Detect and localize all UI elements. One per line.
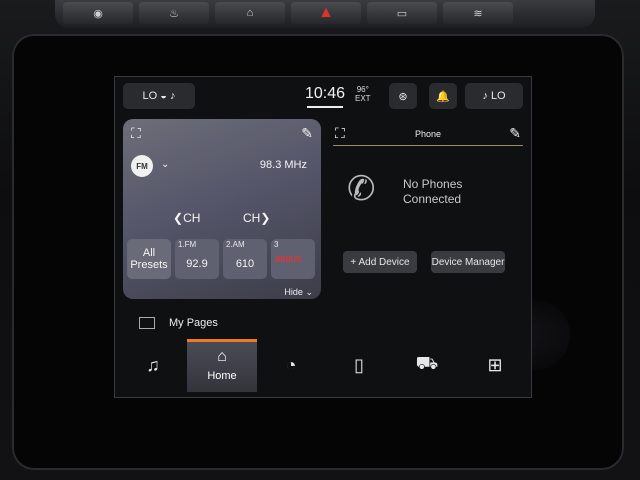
phone-divider xyxy=(333,145,523,146)
edit-icon[interactable]: ✎ xyxy=(301,125,313,142)
frequency: 98.3 MHz xyxy=(259,159,307,171)
preset-value: 92.9 xyxy=(186,258,208,270)
nav-phone[interactable]: ▯ xyxy=(339,345,379,385)
preset-number: 2.AM xyxy=(226,240,245,249)
profile-icon: ⊛ xyxy=(398,90,408,103)
temp-value: 96° xyxy=(356,85,369,94)
my-pages[interactable]: My Pages xyxy=(139,317,218,329)
hazard-button[interactable]: ▲ xyxy=(291,2,361,24)
chevron-down-icon: ⌄ xyxy=(305,287,313,297)
vehicle-icon: ⛟ xyxy=(415,353,439,373)
apps-icon: ⊞ xyxy=(487,354,503,375)
phys-button-5[interactable]: ▭ xyxy=(367,2,437,24)
bottom-nav: ♫ ⌂ Home ◔ ▯ ⛟ ⊞ xyxy=(115,335,531,397)
phys-button-3[interactable]: ⌂ xyxy=(215,2,285,24)
preset-3[interactable]: 3 SIRIUS xyxy=(271,239,315,279)
prev-channel-button[interactable]: ❮CH xyxy=(173,211,200,225)
bell-icon: 🔔 xyxy=(436,90,450,103)
phys-button-6[interactable]: ≋ xyxy=(443,2,513,24)
heated-seat-icon: ◒ ♪ xyxy=(157,90,176,102)
nav-vehicle[interactable]: ⛟ xyxy=(407,345,447,385)
next-channel-button[interactable]: CH❯ xyxy=(243,211,270,225)
preset-number: 3 xyxy=(274,240,279,249)
temp-label: EXT xyxy=(355,94,371,103)
band-badge[interactable]: FM xyxy=(131,155,153,177)
phone-icon: ▯ xyxy=(354,354,364,375)
outside-temp: 96° EXT xyxy=(355,85,371,103)
clock-underline xyxy=(307,106,343,108)
chevron-left-icon: ❮ xyxy=(173,211,184,225)
rear-defrost-icon: ▭ xyxy=(396,7,408,20)
add-device-button[interactable]: + Add Device xyxy=(343,251,417,273)
phone-disconnected-icon: ✆ xyxy=(347,170,376,208)
dashboard: ◉ ♨ ⌂ ▲ ▭ ≋ LO ◒ ♪ 10:46 96° EXT ⊛ 🔔 ♪ L… xyxy=(0,0,640,480)
radio-widget[interactable]: ⛶ ✎ FM ⌄ 98.3 MHz ❮CH CH❯ All Presets 1.… xyxy=(123,119,321,299)
phys-button-1[interactable]: ◉ xyxy=(63,2,133,24)
add-device-label: + Add Device xyxy=(350,256,410,268)
chevron-down-icon[interactable]: ⌄ xyxy=(161,159,169,170)
driver-climate-label: LO xyxy=(142,90,158,102)
device-manager-button[interactable]: Device Manager xyxy=(431,251,505,273)
nav-apps[interactable]: ⊞ xyxy=(475,345,515,385)
nav-home[interactable]: ⌂ Home xyxy=(187,339,257,392)
controls-icon: ◔ xyxy=(285,354,297,375)
preset-value: 610 xyxy=(235,258,255,270)
notifications-button[interactable]: 🔔 xyxy=(429,83,457,109)
next-channel-label: CH xyxy=(243,211,261,225)
chevron-right-icon: ❯ xyxy=(260,211,271,225)
all-presets-label: All Presets xyxy=(130,247,168,271)
clock: 10:46 xyxy=(305,85,346,102)
hazard-icon: ▲ xyxy=(318,4,334,21)
my-pages-label: My Pages xyxy=(169,317,218,329)
nav-controls[interactable]: ◔ xyxy=(271,345,311,385)
siriusxm-logo: SIRIUS xyxy=(275,255,302,264)
preset-number: 1.FM xyxy=(178,240,197,249)
phys-button-2[interactable]: ♨ xyxy=(139,2,209,24)
nav-media[interactable]: ♫ xyxy=(133,345,173,385)
driver-climate-pill[interactable]: LO ◒ ♪ xyxy=(123,83,195,109)
steering-heat-icon: ◉ xyxy=(93,7,103,20)
expand-icon[interactable]: ⛶ xyxy=(131,125,141,142)
no-phones-message: No Phones Connected xyxy=(403,177,463,206)
hide-label: Hide xyxy=(284,287,303,297)
home-label: Home xyxy=(207,370,237,382)
physical-button-row: ◉ ♨ ⌂ ▲ ▭ ≋ xyxy=(55,0,595,28)
music-icon: ♫ xyxy=(146,354,160,375)
edit-icon[interactable]: ✎ xyxy=(509,125,521,142)
infotainment-screen: LO ◒ ♪ 10:46 96° EXT ⊛ 🔔 ♪ LO ⛶ ✎ FM ⌄ 9… xyxy=(114,76,532,398)
seat-heat-icon: ♨ xyxy=(169,7,179,20)
pages-icon xyxy=(139,317,155,329)
auto-icon: ≋ xyxy=(473,7,483,20)
phone-title: Phone xyxy=(414,129,442,139)
home-icon: ⌂ xyxy=(217,348,227,365)
preset-2[interactable]: 2.AM 610 xyxy=(223,239,267,279)
device-manager-label: Device Manager xyxy=(431,256,505,268)
phone-widget[interactable]: ⛶ Phone ✎ ✆ No Phones Connected + Add De… xyxy=(333,119,523,299)
status-bar: LO ◒ ♪ 10:46 96° EXT ⊛ 🔔 ♪ LO xyxy=(115,77,531,117)
passenger-seat-icon: ♪ xyxy=(482,90,491,102)
defrost-icon: ⌂ xyxy=(246,7,254,19)
passenger-climate-label: LO xyxy=(490,90,506,102)
driver-profile-button[interactable]: ⊛ xyxy=(389,83,417,109)
all-presets-button[interactable]: All Presets xyxy=(127,239,171,279)
prev-channel-label: CH xyxy=(183,211,201,225)
hide-button[interactable]: Hide ⌄ xyxy=(284,287,313,298)
passenger-climate-pill[interactable]: ♪ LO xyxy=(465,83,523,109)
preset-1[interactable]: 1.FM 92.9 xyxy=(175,239,219,279)
